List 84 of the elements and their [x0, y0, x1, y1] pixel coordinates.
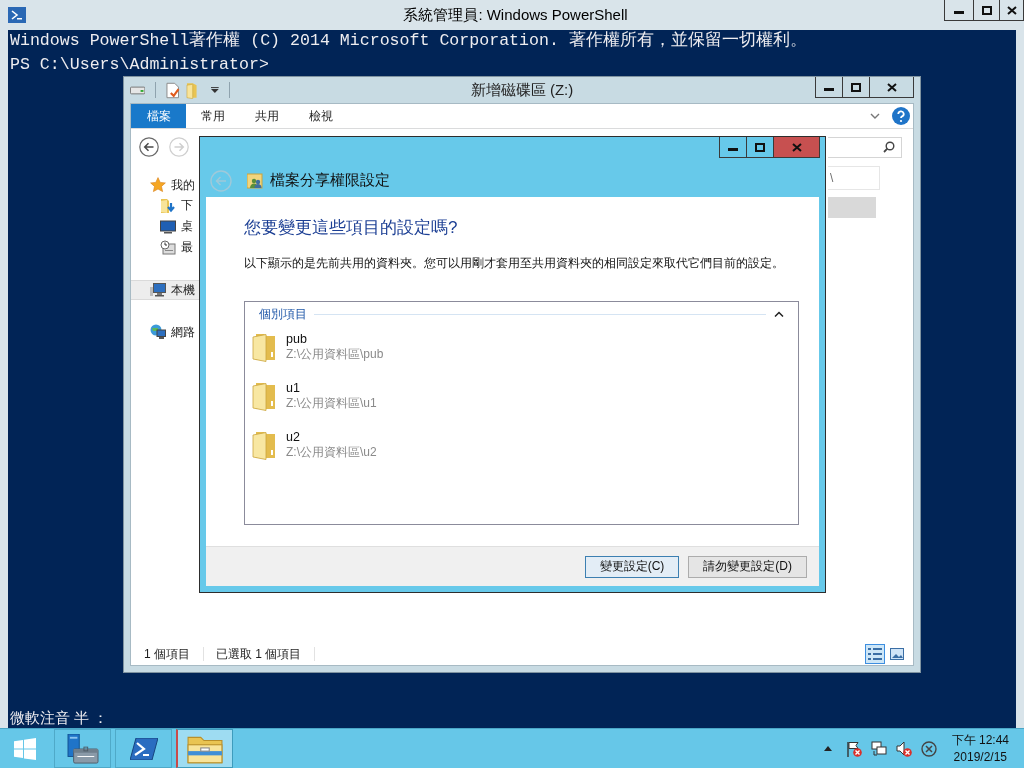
- close-icon: [1006, 5, 1017, 15]
- minimize-button[interactable]: [719, 137, 747, 158]
- clock-time[interactable]: 下午 12:44: [951, 731, 1009, 749]
- group-header[interactable]: 個別項目: [259, 305, 307, 323]
- folder-name: pub: [286, 332, 307, 347]
- maximize-icon: [851, 82, 861, 92]
- folder-icon: [252, 332, 276, 362]
- minimize-icon: [824, 88, 834, 91]
- nav-item[interactable]: 桌: [131, 216, 199, 237]
- dialog-button[interactable]: 變更設定(C): [584, 555, 680, 578]
- search-icon: [883, 141, 895, 153]
- computer-icon: [150, 282, 166, 298]
- console-line: PS C:\Users\Administrator>: [10, 57, 269, 73]
- nav-label: 桌: [181, 218, 193, 235]
- circle-x-icon[interactable]: [920, 740, 937, 757]
- folder-icon: [252, 381, 276, 411]
- maximize-icon: [755, 142, 765, 152]
- minimize-icon: [728, 148, 738, 151]
- ribbon-tab[interactable]: 常用: [186, 104, 240, 128]
- thumbnails-view-icon: [890, 648, 904, 660]
- dialog-description: 以下顯示的是先前共用的資料夾。您可以用剛才套用至共用資料夾的相同設定來取代它們目前的設定。: [244, 255, 784, 272]
- caret-icon[interactable]: [211, 87, 220, 93]
- star-icon: [150, 177, 166, 193]
- ribbon-tab[interactable]: 檔案: [131, 104, 186, 128]
- minimize-button[interactable]: [815, 77, 843, 98]
- taskbar-app-button[interactable]: [54, 729, 111, 768]
- folder-name: u1: [286, 381, 300, 396]
- shared-folder-icon: [247, 172, 263, 189]
- nav-label: 網路: [171, 323, 195, 341]
- window-title: 新增磁碟區 (Z:): [469, 80, 575, 100]
- chevron-down-icon[interactable]: [870, 113, 880, 119]
- windows-logo-icon: [14, 737, 36, 760]
- taskbar-app-button[interactable]: [176, 729, 233, 768]
- monitor-icon: [160, 218, 176, 235]
- nav-label: 本機: [171, 281, 195, 299]
- drive-icon[interactable]: [130, 85, 146, 95]
- folder-path: Z:\公用資料區\u1: [286, 396, 377, 411]
- taskbar-app-button[interactable]: [115, 729, 172, 768]
- search-field[interactable]: [828, 136, 902, 158]
- powershell-icon: [129, 737, 158, 760]
- dialog-button[interactable]: 請勿變更設定(D): [688, 555, 807, 578]
- dialog-title: 檔案分享權限設定: [270, 171, 390, 190]
- close-button[interactable]: [869, 77, 914, 98]
- nav-item[interactable]: 網路: [131, 322, 199, 342]
- close-button[interactable]: [999, 0, 1024, 21]
- details-view-icon: [868, 648, 882, 660]
- folder-icon: [252, 430, 276, 460]
- ribbon-tab[interactable]: 檢視: [294, 104, 348, 128]
- help-icon[interactable]: [892, 107, 910, 125]
- nav-label: 下: [181, 197, 193, 214]
- maximize-icon: [981, 5, 992, 15]
- ribbon-tab[interactable]: 共用: [240, 104, 294, 128]
- network-icon[interactable]: [870, 740, 887, 757]
- close-icon: [791, 142, 802, 152]
- clock-date[interactable]: 2019/2/15: [953, 748, 1007, 766]
- minimize-icon: [954, 11, 964, 14]
- console-line: Windows PowerShell著作權 (C) 2014 Microsoft Corporation. 著作權所有，並保留一切權利。: [10, 33, 807, 49]
- minimize-button[interactable]: [944, 0, 974, 21]
- powershell-icon: [8, 6, 26, 24]
- view-button[interactable]: [865, 644, 885, 664]
- dialog-heading: 您要變更這些項目的設定嗎?: [244, 217, 458, 239]
- nav-item[interactable]: 我的: [131, 175, 199, 195]
- show-hidden-icons-icon[interactable]: [823, 746, 832, 751]
- ime-status-text: 微軟注音 半 ：: [10, 709, 109, 726]
- chevron-icon[interactable]: [774, 311, 784, 317]
- folder-path: Z:\公用資料區\pub: [286, 347, 384, 362]
- network-icon: [150, 324, 166, 340]
- window-title: 系統管理員: Windows PowerShell: [402, 5, 629, 25]
- properties-icon[interactable]: [166, 81, 180, 99]
- nav-item[interactable]: 最: [131, 237, 199, 258]
- folder-path: Z:\公用資料區\u2: [286, 445, 377, 460]
- server-toolbox-icon: [64, 733, 101, 764]
- folder-name: u2: [286, 430, 300, 445]
- row-text: \: [829, 171, 834, 185]
- status-text: 已選取 1 個項目: [216, 645, 302, 663]
- status-text: 1 個項目: [144, 645, 190, 663]
- recent-places-icon: [160, 239, 176, 256]
- list-row[interactable]: \: [828, 166, 880, 190]
- speaker-muted-icon[interactable]: [895, 740, 912, 757]
- close-icon: [886, 82, 897, 92]
- flag-alert-icon[interactable]: [845, 740, 862, 757]
- nav-label: 最: [181, 239, 193, 256]
- nav-label: 我的: [171, 176, 195, 194]
- nav-item[interactable]: 本機: [131, 280, 199, 300]
